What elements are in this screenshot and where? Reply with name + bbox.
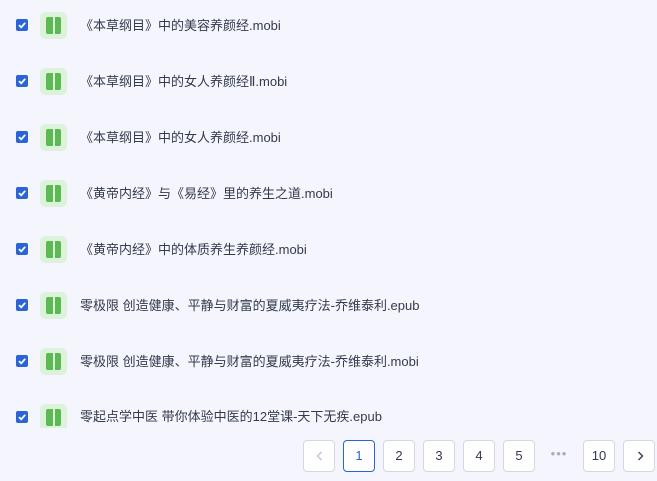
page-button-1[interactable]: 1: [343, 440, 375, 472]
page-button-5[interactable]: 5: [503, 440, 535, 472]
file-row[interactable]: 《黄帝内经》中的体质养生养颜经.mobi: [0, 224, 657, 280]
file-row[interactable]: 《本草纲目》中的女人养颜经Ⅱ.mobi: [0, 56, 657, 112]
check-icon: [18, 134, 26, 141]
book-file-icon: [40, 404, 67, 428]
book-file-icon: [40, 236, 67, 263]
check-icon: [18, 414, 26, 421]
page-button-3[interactable]: 3: [423, 440, 455, 472]
book-file-icon: [40, 124, 67, 151]
book-file-icon: [40, 348, 67, 375]
chevron-left-icon: [316, 451, 322, 461]
chevron-right-icon: [638, 451, 644, 461]
page-button-last[interactable]: 10: [583, 440, 615, 472]
file-row[interactable]: 零极限 创造健康、平静与财富的夏威夷疗法-乔维泰利.epub: [0, 280, 657, 336]
prev-page-button[interactable]: [303, 440, 335, 472]
file-name[interactable]: 零起点学中医 带你体验中医的12堂课-天下无疾.epub: [80, 409, 382, 425]
book-file-icon: [40, 292, 67, 319]
checkbox[interactable]: [16, 299, 28, 311]
file-row[interactable]: 《黄帝内经》与《易经》里的养生之道.mobi: [0, 168, 657, 224]
check-icon: [18, 358, 26, 365]
next-page-button[interactable]: [623, 440, 655, 472]
file-name[interactable]: 《黄帝内经》中的体质养生养颜经.mobi: [80, 242, 307, 258]
pagination: 1 2 3 4 5 ••• 10: [0, 428, 657, 481]
checkbox[interactable]: [16, 243, 28, 255]
book-file-icon: [40, 12, 67, 39]
checkbox[interactable]: [16, 19, 28, 31]
file-name[interactable]: 《黄帝内经》与《易经》里的养生之道.mobi: [80, 186, 333, 202]
page-button-4[interactable]: 4: [463, 440, 495, 472]
page-button-2[interactable]: 2: [383, 440, 415, 472]
book-file-icon: [40, 68, 67, 95]
book-file-icon: [40, 180, 67, 207]
check-icon: [18, 22, 26, 29]
file-name[interactable]: 零极限 创造健康、平静与财富的夏威夷疗法-乔维泰利.epub: [80, 298, 419, 314]
file-row[interactable]: 零极限 创造健康、平静与财富的夏威夷疗法-乔维泰利.mobi: [0, 336, 657, 392]
file-name[interactable]: 零极限 创造健康、平静与财富的夏威夷疗法-乔维泰利.mobi: [80, 354, 419, 370]
file-name[interactable]: 《本草纲目》中的女人养颜经Ⅱ.mobi: [80, 74, 287, 90]
checkbox[interactable]: [16, 411, 28, 423]
page-ellipsis[interactable]: •••: [543, 440, 575, 472]
check-icon: [18, 246, 26, 253]
file-row[interactable]: 《本草纲目》中的美容养颜经.mobi: [0, 0, 657, 56]
check-icon: [18, 78, 26, 85]
check-icon: [18, 302, 26, 309]
checkbox[interactable]: [16, 187, 28, 199]
checkbox[interactable]: [16, 355, 28, 367]
file-name[interactable]: 《本草纲目》中的女人养颜经.mobi: [80, 130, 281, 146]
file-list: 《本草纲目》中的美容养颜经.mobi 《本草纲目》中的女人养颜经Ⅱ.mobi 《…: [0, 0, 657, 428]
file-row[interactable]: 《本草纲目》中的女人养颜经.mobi: [0, 112, 657, 168]
checkbox[interactable]: [16, 75, 28, 87]
check-icon: [18, 190, 26, 197]
checkbox[interactable]: [16, 131, 28, 143]
file-name[interactable]: 《本草纲目》中的美容养颜经.mobi: [80, 18, 281, 34]
file-row[interactable]: 零起点学中医 带你体验中医的12堂课-天下无疾.epub: [0, 392, 657, 428]
